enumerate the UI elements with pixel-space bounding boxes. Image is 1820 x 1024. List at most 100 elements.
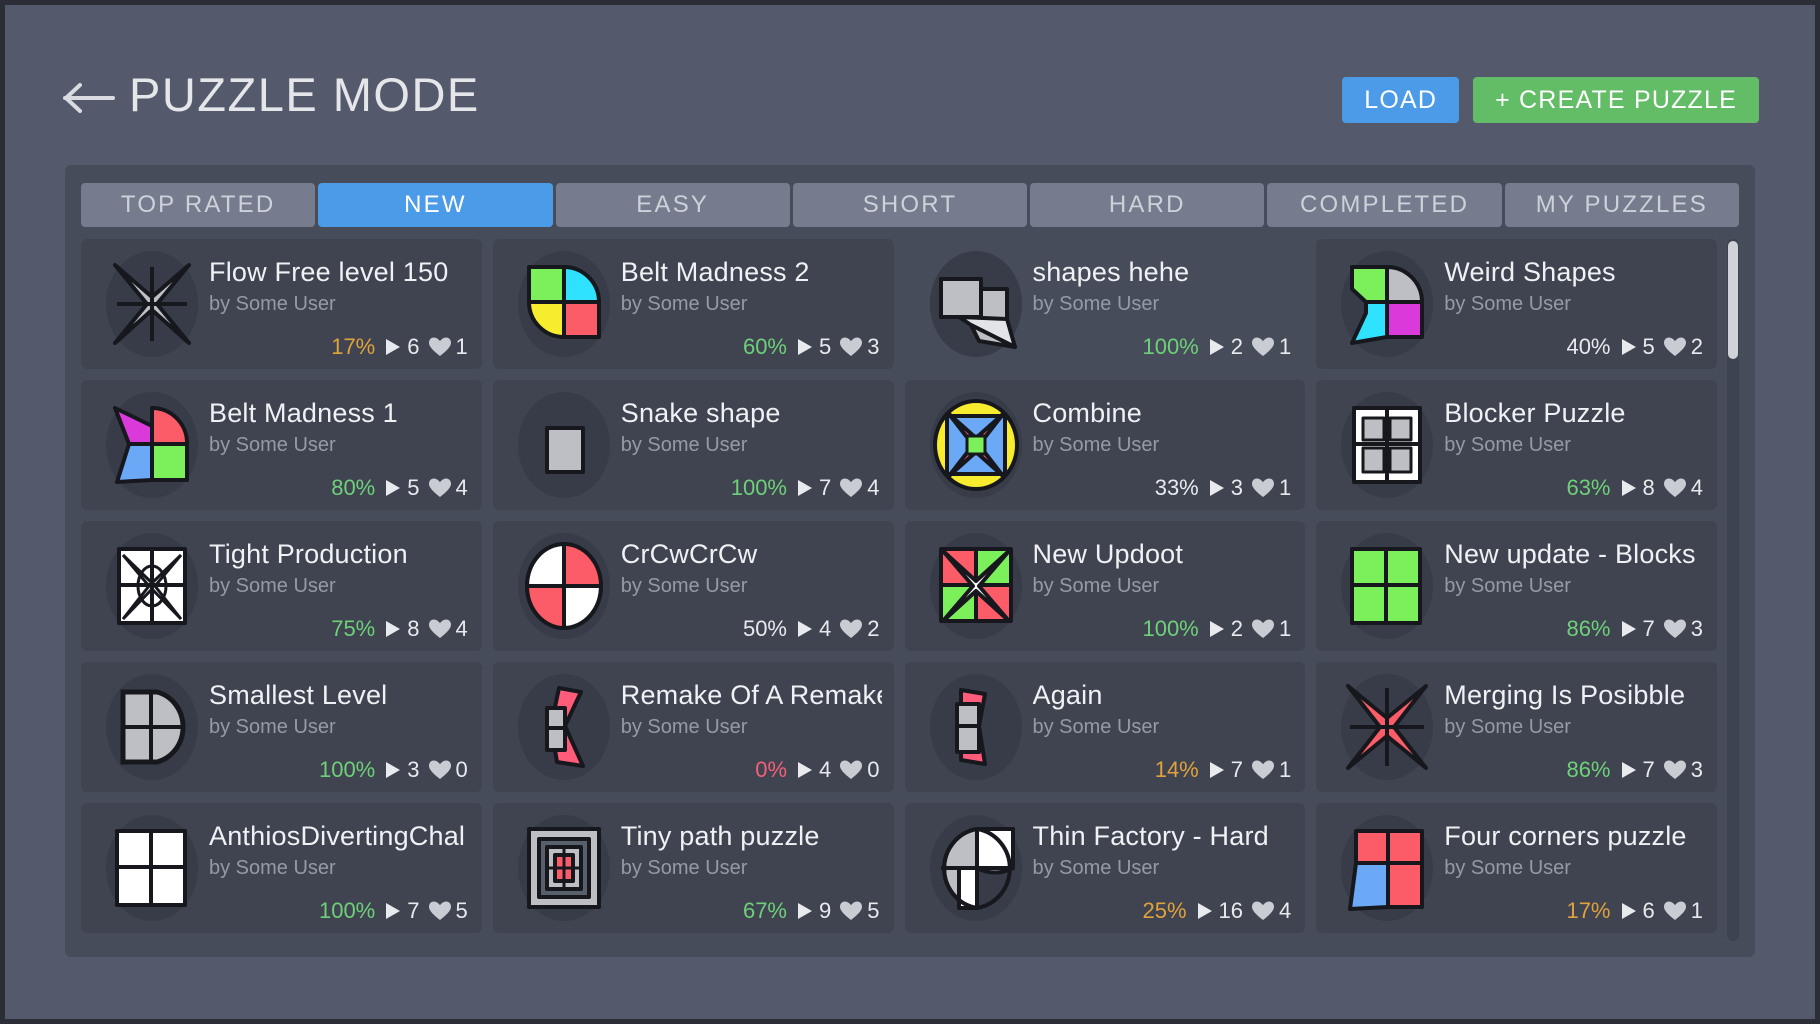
like-count: 3: [1663, 616, 1703, 642]
play-icon: [1621, 903, 1636, 919]
puzzle-thumbnail: [919, 670, 1033, 784]
puzzle-author: by Some User: [1444, 575, 1571, 597]
thumbnail-blocker-icon: [1352, 406, 1423, 484]
create-puzzle-button[interactable]: + CREATE PUZZLE: [1473, 77, 1759, 123]
puzzle-card[interactable]: Belt Madness 2 by Some User 60% 5 3: [492, 239, 894, 369]
puzzle-card[interactable]: Smallest Level by Some User 100% 3 0: [81, 662, 482, 792]
puzzle-card[interactable]: Tight Production by Some User 75% 8 4: [81, 521, 482, 651]
like-count: 4: [1252, 898, 1291, 924]
puzzle-thumbnail: [95, 811, 209, 925]
thumbnail-four-corners-icon: [1348, 829, 1425, 911]
play-icon: [798, 762, 812, 778]
puzzle-author: by Some User: [209, 857, 336, 879]
play-count: 9: [796, 898, 831, 924]
puzzle-card[interactable]: New update - Blocks by Some User 86% 7 3: [1316, 521, 1717, 651]
puzzle-card[interactable]: Again by Some User 14% 7 1: [904, 662, 1306, 792]
puzzle-title: Weird Shapes: [1444, 257, 1616, 287]
puzzle-stats: 100% 2 1: [1142, 616, 1291, 642]
thumbnail-belt1-icon: [113, 406, 190, 484]
puzzle-title: New update - Blocks: [1444, 539, 1696, 569]
thumbnail-crcw-icon: [524, 542, 603, 630]
tab-completed[interactable]: COMPLETED: [1267, 183, 1502, 227]
play-count-value: 5: [407, 475, 420, 500]
heart-icon: [1663, 337, 1686, 356]
tab-top-rated[interactable]: TOP RATED: [81, 183, 316, 227]
puzzle-card[interactable]: Blocker Puzzle by Some User 63% 8 4: [1316, 380, 1717, 510]
puzzle-thumbnail: [95, 670, 209, 784]
completion-percent: 25%: [1142, 898, 1187, 923]
like-count: 4: [840, 475, 880, 501]
puzzle-author: by Some User: [209, 293, 336, 315]
puzzle-card[interactable]: Weird Shapes by Some User 40% 5 2: [1316, 239, 1717, 369]
thumbnail-shapes-grey-icon: [938, 277, 1017, 349]
puzzle-card[interactable]: Combine by Some User 33% 3 1: [904, 380, 1306, 510]
play-icon: [798, 480, 812, 496]
puzzle-thumbnail: [507, 811, 621, 925]
like-count: 1: [1252, 475, 1291, 501]
scrollbar-thumb[interactable]: [1728, 241, 1738, 359]
play-count-value: 2: [1230, 616, 1243, 641]
like-count-value: 1: [1690, 898, 1703, 923]
puzzle-card[interactable]: Snake shape by Some User 100% 7 4: [492, 380, 894, 510]
puzzle-stats: 67% 9 5: [743, 898, 880, 924]
completion-percent: 63%: [1566, 475, 1611, 500]
puzzle-card[interactable]: AnthiosDivertingChal by Some User 100% 7 5: [81, 803, 482, 933]
tab-new[interactable]: NEW: [318, 183, 553, 227]
puzzle-thumbnail: [919, 529, 1033, 643]
like-count: 5: [428, 898, 468, 924]
puzzle-card[interactable]: CrCwCrCw by Some User 50% 4 2: [492, 521, 894, 651]
heart-icon: [1252, 760, 1274, 779]
tab-short[interactable]: SHORT: [792, 183, 1028, 227]
puzzle-stats: 75% 8 4: [331, 616, 468, 642]
puzzle-card[interactable]: shapes hehe by Some User 100% 2 1: [905, 239, 1306, 369]
like-count-value: 1: [1279, 616, 1292, 641]
tab-hard[interactable]: HARD: [1030, 183, 1265, 227]
puzzle-stats: 17% 6 1: [1566, 898, 1703, 924]
puzzle-card[interactable]: Four corners puzzle by Some User 17% 6 1: [1316, 803, 1717, 933]
puzzle-card[interactable]: Flow Free level 150 by Some User 17% 6 1: [81, 239, 482, 369]
puzzle-card[interactable]: Remake Of A Remake by Some User 0% 4 0: [492, 662, 894, 792]
page-header: PUZZLE MODE LOAD + CREATE PUZZLE: [5, 5, 1815, 165]
puzzle-card[interactable]: New Updoot by Some User 100% 2 1: [904, 521, 1306, 651]
like-count: 0: [428, 757, 468, 783]
heart-icon: [1663, 760, 1686, 779]
puzzle-author: by Some User: [1032, 575, 1160, 597]
puzzle-card[interactable]: Thin Factory - Hard by Some User 25% 16 4: [904, 803, 1306, 933]
completion-percent: 33%: [1154, 475, 1199, 500]
completion-percent: 14%: [1154, 757, 1199, 782]
play-count: 4: [796, 616, 831, 642]
play-count: 7: [1620, 616, 1655, 642]
load-button[interactable]: LOAD: [1342, 77, 1460, 123]
thumbnail-star-grey-icon: [113, 263, 191, 345]
vertical-scrollbar[interactable]: [1727, 239, 1739, 941]
puzzle-thumbnail: [1330, 247, 1444, 361]
category-tabs: TOP RATED NEW EASY SHORT HARD COMPLETED MY PUZ…: [81, 183, 1739, 227]
tab-easy[interactable]: EASY: [555, 183, 790, 227]
like-count-value: 4: [455, 616, 468, 641]
heart-icon: [428, 760, 451, 779]
play-count-value: 9: [819, 898, 832, 923]
puzzle-stats: 17% 6 1: [331, 334, 468, 360]
like-count-value: 3: [1690, 757, 1703, 782]
play-count-value: 3: [1230, 475, 1243, 500]
play-count-value: 2: [1230, 334, 1243, 359]
like-count-value: 4: [1690, 475, 1703, 500]
puzzle-card[interactable]: Belt Madness 1 by Some User 80% 5 4: [81, 380, 482, 510]
puzzle-thumbnail: [1330, 811, 1444, 925]
play-count: 6: [1620, 898, 1655, 924]
play-count: 8: [1620, 475, 1655, 501]
puzzle-card[interactable]: Tiny path puzzle by Some User 67% 9 5: [492, 803, 894, 933]
puzzle-title: Belt Madness 1: [209, 398, 398, 428]
puzzle-list-scroll-area[interactable]: Flow Free level 150 by Some User 17% 6 1 Belt…: [81, 239, 1739, 941]
arrow-left-icon[interactable]: [61, 81, 117, 115]
puzzle-thumbnail: [95, 247, 209, 361]
play-count-value: 4: [819, 757, 832, 782]
tab-my-puzzles[interactable]: MY PUZZLES: [1504, 183, 1739, 227]
play-icon: [1209, 762, 1224, 778]
puzzle-stats: 60% 5 3: [743, 334, 880, 360]
puzzle-thumbnail: [1330, 388, 1444, 502]
puzzle-card[interactable]: Merging Is Posibble by Some User 86% 7 3: [1316, 662, 1717, 792]
play-icon: [1209, 621, 1224, 637]
puzzle-author: by Some User: [1032, 293, 1160, 315]
like-count: 1: [1252, 616, 1291, 642]
